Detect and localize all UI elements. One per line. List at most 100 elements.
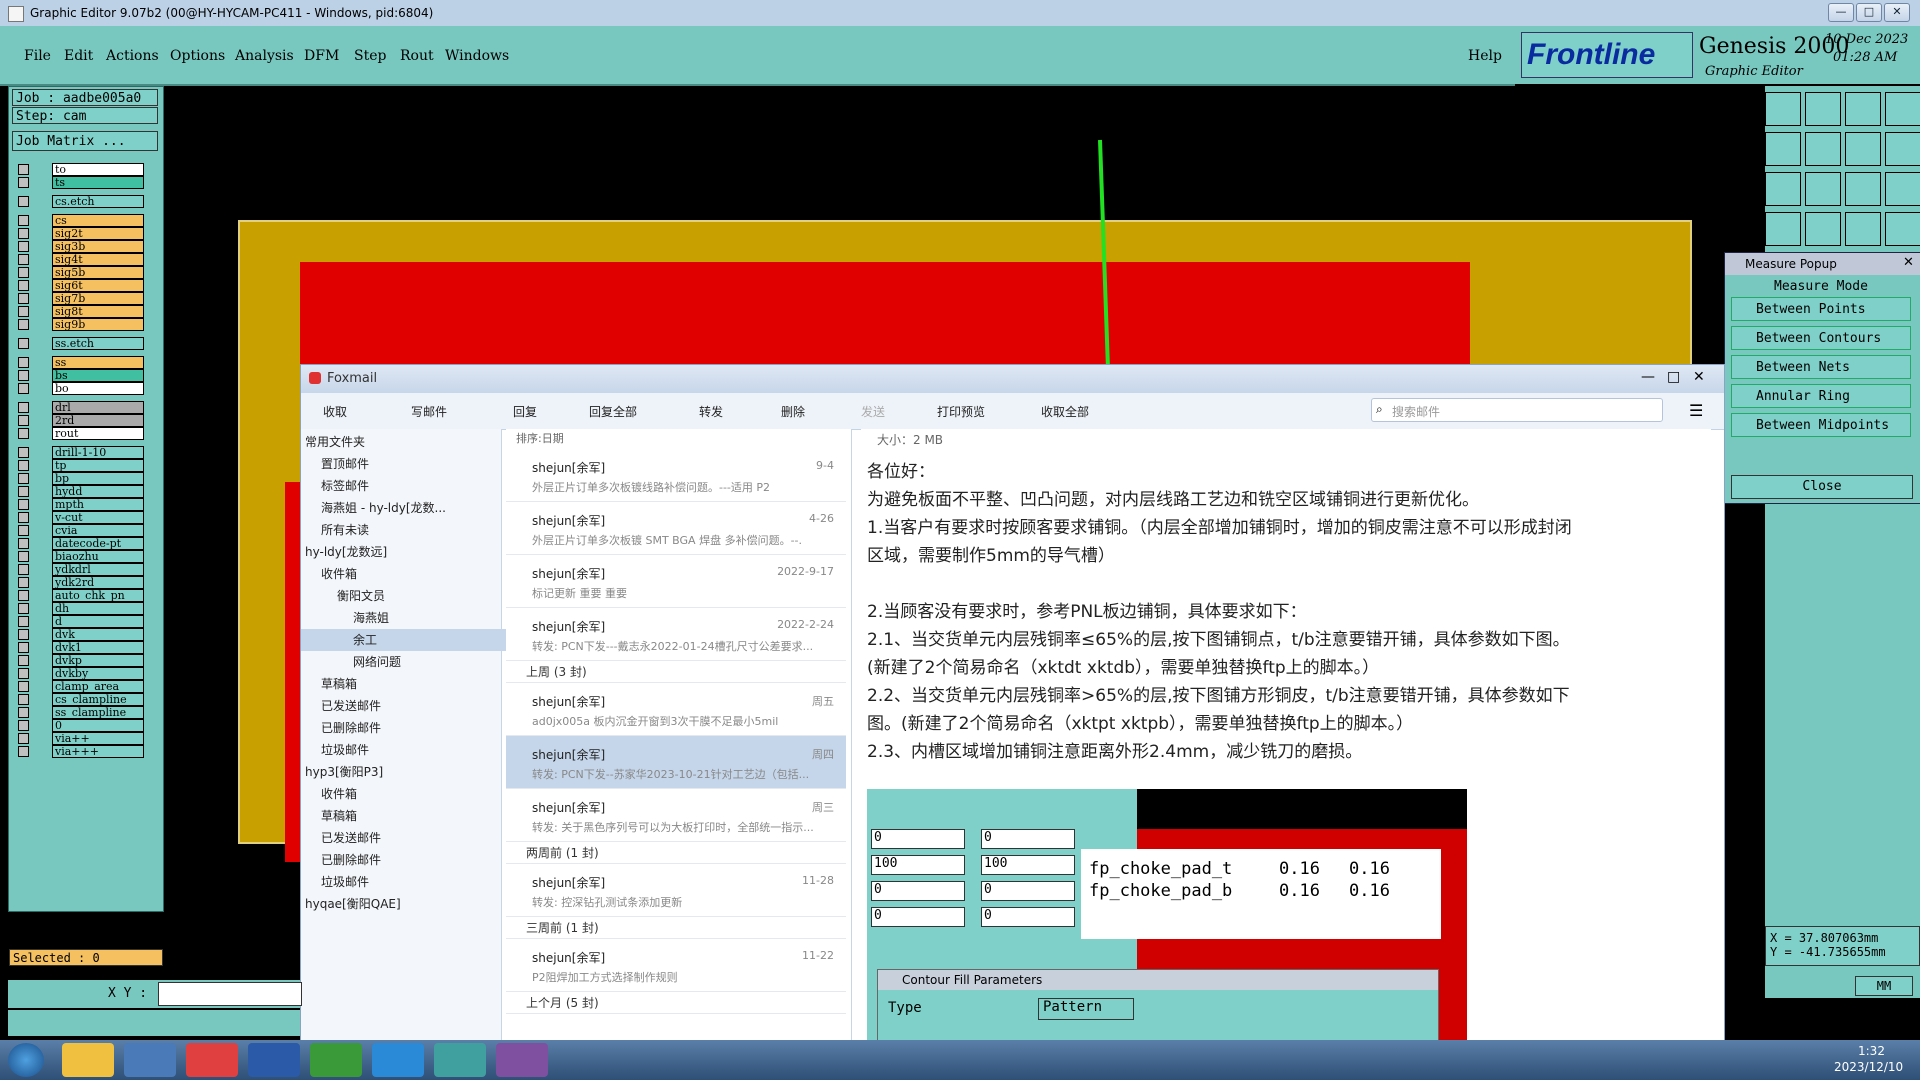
layer-name[interactable]: 2rd <box>52 414 144 427</box>
folder-item[interactable]: 草稿箱 <box>301 805 519 827</box>
layer-checkbox[interactable] <box>18 720 29 731</box>
taskbar-genesis[interactable] <box>496 1043 548 1077</box>
layer-row[interactable]: ydkdrl <box>14 563 159 576</box>
layer-checkbox[interactable] <box>18 196 29 207</box>
layer-name[interactable]: via+++ <box>52 745 144 758</box>
tool-button[interactable] <box>1765 92 1801 126</box>
foxmail-maximize-icon[interactable]: □ <box>1667 369 1680 385</box>
param-input[interactable]: 0 <box>871 829 965 849</box>
layer-name[interactable]: ydkdrl <box>52 563 144 576</box>
taskbar-app-6[interactable] <box>372 1043 424 1077</box>
param-input[interactable]: 0 <box>871 907 965 927</box>
layer-checkbox[interactable] <box>18 415 29 426</box>
between-midpoints-button[interactable]: Between Midpoints <box>1731 413 1911 437</box>
minimize-button[interactable]: — <box>1828 3 1854 22</box>
param-input[interactable]: 0 <box>981 829 1075 849</box>
layer-row[interactable]: dvk <box>14 628 159 641</box>
layer-checkbox[interactable] <box>18 590 29 601</box>
layer-checkbox[interactable] <box>18 428 29 439</box>
tool-button[interactable] <box>1765 132 1801 166</box>
folder-item[interactable]: hyp3[衡阳P3] <box>301 761 503 783</box>
layer-name[interactable]: sig7b <box>52 292 144 305</box>
layer-name[interactable]: ss_clampline <box>52 706 144 719</box>
start-button[interactable] <box>8 1043 44 1077</box>
tool-button[interactable] <box>1845 132 1881 166</box>
layer-name[interactable]: dh <box>52 602 144 615</box>
layer-checkbox[interactable] <box>18 733 29 744</box>
layer-row[interactable]: sig2t <box>14 227 159 240</box>
layer-name[interactable]: sig2t <box>52 227 144 240</box>
layer-row[interactable]: sig8t <box>14 305 159 318</box>
layer-checkbox[interactable] <box>18 694 29 705</box>
layer-checkbox[interactable] <box>18 402 29 413</box>
menu-edit[interactable]: Edit <box>64 48 93 64</box>
menu-icon[interactable]: ☰ <box>1689 401 1703 420</box>
tool-button[interactable] <box>1845 172 1881 206</box>
folder-item[interactable]: hyqae[衡阳QAE] <box>301 893 503 915</box>
layer-name[interactable]: sig5b <box>52 266 144 279</box>
layer-name[interactable]: mpth <box>52 498 144 511</box>
layer-name[interactable]: sig4t <box>52 253 144 266</box>
layer-name[interactable]: 0 <box>52 719 144 732</box>
tool-button[interactable] <box>1805 172 1841 206</box>
folder-item[interactable]: 垃圾邮件 <box>301 739 519 761</box>
layer-row[interactable]: 0 <box>14 719 159 732</box>
annular-ring-button[interactable]: Annular Ring <box>1731 384 1911 408</box>
layer-name[interactable]: sig9b <box>52 318 144 331</box>
param-input[interactable]: 100 <box>981 855 1075 875</box>
layer-checkbox[interactable] <box>18 577 29 588</box>
layer-row[interactable]: cvia <box>14 524 159 537</box>
layer-row[interactable]: sig9b <box>14 318 159 331</box>
layer-checkbox[interactable] <box>18 241 29 252</box>
layer-row[interactable]: dvkby <box>14 667 159 680</box>
layer-checkbox[interactable] <box>18 254 29 265</box>
mail-group-header[interactable]: 三周前 (1 封) <box>506 917 846 939</box>
folder-item[interactable]: 垃圾邮件 <box>301 871 519 893</box>
tool-button[interactable] <box>1885 172 1920 206</box>
menu-file[interactable]: File <box>24 48 51 64</box>
close-window-button[interactable]: ✕ <box>1884 3 1910 22</box>
layer-row[interactable]: to <box>14 163 159 176</box>
layer-row[interactable]: dvkp <box>14 654 159 667</box>
menu-options[interactable]: Options <box>170 48 225 64</box>
layer-row[interactable]: cs <box>14 214 159 227</box>
delete-button[interactable]: 删除 <box>781 403 805 420</box>
tool-button[interactable] <box>1885 212 1920 246</box>
layer-checkbox[interactable] <box>18 215 29 226</box>
layer-checkbox[interactable] <box>18 177 29 188</box>
layer-checkbox[interactable] <box>18 642 29 653</box>
folder-item[interactable]: 已发送邮件 <box>301 695 519 717</box>
layer-checkbox[interactable] <box>18 228 29 239</box>
layer-name[interactable]: via++ <box>52 732 144 745</box>
layer-checkbox[interactable] <box>18 499 29 510</box>
layer-name[interactable]: bo <box>52 382 144 395</box>
param-input[interactable]: 0 <box>871 881 965 901</box>
mail-item[interactable]: shejun[余军] 周三 转发: 关于黑色序列号可以为大板打印时，全部统一指示..… <box>506 789 846 842</box>
folder-item[interactable]: 标签邮件 <box>301 475 519 497</box>
layer-name[interactable]: sig8t <box>52 305 144 318</box>
reply-all-button[interactable]: 回复全部 <box>589 403 637 420</box>
between-points-button[interactable]: Between Points <box>1731 297 1911 321</box>
mail-item[interactable]: shejun[余军] 2022-2-24 转发: PCN下发---戴志永2022-0… <box>506 608 846 661</box>
forward-button[interactable]: 转发 <box>699 403 723 420</box>
layer-row[interactable]: drl <box>14 401 159 414</box>
layer-name[interactable]: cs <box>52 214 144 227</box>
mail-group-header[interactable]: 两周前 (1 封) <box>506 842 846 864</box>
taskbar-app-5[interactable] <box>310 1043 362 1077</box>
layer-name[interactable]: bs <box>52 369 144 382</box>
measure-close-icon[interactable]: ✕ <box>1903 255 1914 270</box>
layer-row[interactable]: bp <box>14 472 159 485</box>
layer-checkbox[interactable] <box>18 164 29 175</box>
mail-item[interactable]: shejun[余军] 周五 ad0jx005a 板内沉金开窗到3次干膜不足最小5mi… <box>506 683 846 736</box>
layer-name[interactable]: auto_chk_pn <box>52 589 144 602</box>
layer-name[interactable]: datecode-pt <box>52 537 144 550</box>
sort-label[interactable]: 排序:日期 <box>506 429 846 449</box>
menu-windows[interactable]: Windows <box>445 48 509 64</box>
folder-item[interactable]: 已删除邮件 <box>301 717 519 739</box>
layer-row[interactable]: sig6t <box>14 279 159 292</box>
layer-name[interactable]: dvkp <box>52 654 144 667</box>
xy-input[interactable] <box>158 982 302 1006</box>
layer-checkbox[interactable] <box>18 306 29 317</box>
layer-checkbox[interactable] <box>18 319 29 330</box>
layer-checkbox[interactable] <box>18 629 29 640</box>
